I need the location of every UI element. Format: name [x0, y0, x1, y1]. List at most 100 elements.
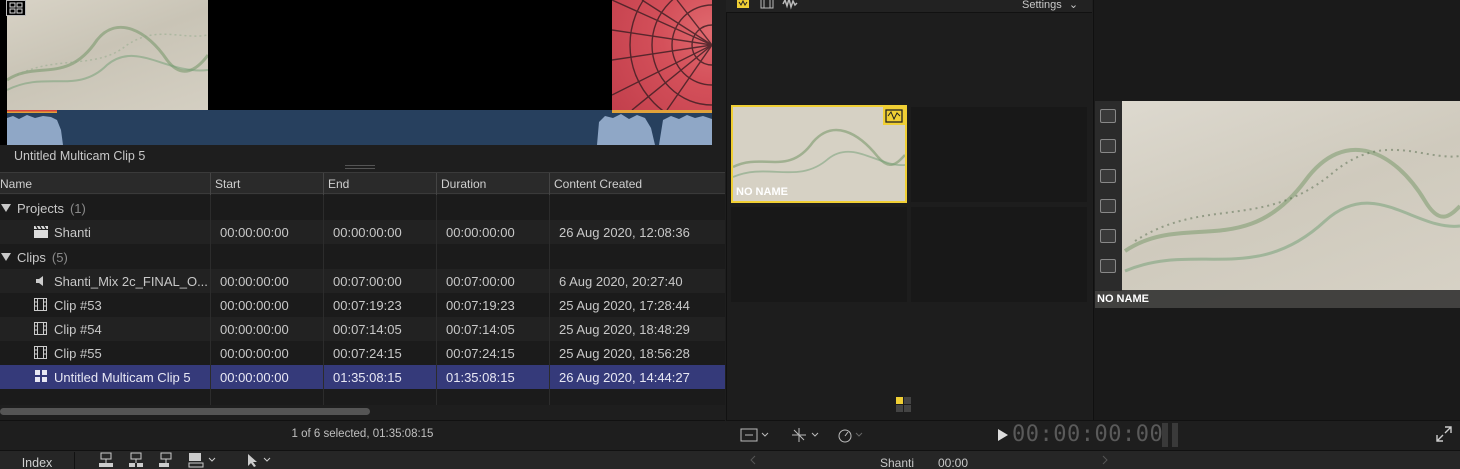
column-gridline — [210, 195, 211, 405]
item-name: Clip #55 — [54, 346, 102, 361]
item-start: 00:00:00:00 — [220, 346, 289, 361]
item-duration: 00:07:14:05 — [446, 322, 515, 337]
item-created: 25 Aug 2020, 18:56:28 — [559, 346, 690, 361]
item-created: 6 Aug 2020, 20:27:40 — [559, 274, 683, 289]
angle-cell-3[interactable] — [731, 207, 907, 302]
film-icon — [34, 298, 48, 312]
list-item[interactable]: Clip #55 00:00:00:00 00:07:24:15 00:07:2… — [0, 341, 725, 365]
item-name: Shanti_Mix 2c_FINAL_O... — [54, 274, 208, 289]
disclosure-triangle-icon[interactable] — [1, 204, 11, 212]
fullscreen-icon[interactable] — [1436, 426, 1452, 445]
audio-icon — [35, 274, 49, 288]
retime-menu[interactable] — [836, 426, 868, 447]
item-duration: 00:07:00:00 — [446, 274, 515, 289]
item-duration: 00:07:24:15 — [446, 346, 515, 361]
browser-list: Projects (1) Shanti 00:00:00:00 00:00:00:… — [0, 195, 725, 405]
item-end: 00:07:14:05 — [333, 322, 402, 337]
chevron-left-icon[interactable] — [748, 452, 758, 469]
panel-splitter-handle[interactable] — [345, 165, 375, 169]
angle-cell-2[interactable] — [911, 107, 1087, 202]
column-divider[interactable] — [323, 173, 324, 195]
item-created: 25 Aug 2020, 18:48:29 — [559, 322, 690, 337]
column-divider[interactable] — [436, 173, 437, 195]
column-gridline — [436, 195, 437, 405]
group-row-projects[interactable]: Projects (1) — [0, 196, 725, 220]
list-item-selected[interactable]: Untitled Multicam Clip 5 00:00:00:00 01:… — [0, 365, 725, 389]
angle-name: NO NAME — [736, 186, 788, 198]
chevron-down-icon: ⌄ — [1068, 0, 1079, 11]
column-content-created[interactable]: Content Created — [554, 177, 642, 191]
clip-thumbnail-end — [612, 0, 712, 110]
column-duration[interactable]: Duration — [441, 177, 486, 191]
video-only-switch-icon[interactable] — [760, 0, 774, 13]
transform-tools-menu[interactable] — [790, 426, 822, 447]
audio-waveform — [7, 110, 712, 145]
viewer-frame[interactable] — [1095, 101, 1460, 308]
sprocket-hole — [1100, 139, 1116, 153]
item-duration: 00:07:19:23 — [446, 298, 515, 313]
list-item[interactable]: Clip #53 00:00:00:00 00:07:19:23 00:07:1… — [0, 293, 725, 317]
list-item[interactable]: Shanti_Mix 2c_FINAL_O... 00:00:00:00 00:… — [0, 269, 725, 293]
sprocket-hole — [1100, 109, 1116, 123]
item-duration: 00:00:00:00 — [446, 225, 515, 240]
item-name: Clip #54 — [54, 322, 102, 337]
column-gridline — [549, 195, 550, 405]
viewer-timecode[interactable]: 00:00:00:00 — [1012, 422, 1163, 447]
group-label: Clips — [17, 250, 46, 265]
item-start: 00:00:00:00 — [220, 322, 289, 337]
disclosure-triangle-icon[interactable] — [1, 253, 11, 261]
angle-settings-menu[interactable]: Settings ⌄ — [1022, 0, 1078, 11]
column-divider[interactable] — [549, 173, 550, 195]
video-audio-switch-icon[interactable] — [736, 0, 752, 13]
list-item[interactable]: Clip #54 00:00:00:00 00:07:14:05 00:07:1… — [0, 317, 725, 341]
clip-preview-name: Untitled Multicam Clip 5 — [14, 149, 146, 163]
film-icon — [34, 322, 48, 336]
timeline-toolbar — [0, 450, 1460, 469]
column-divider[interactable] — [210, 173, 211, 195]
angle-cell-1-active[interactable]: NO NAME — [731, 105, 907, 203]
insert-clip-icon[interactable] — [128, 452, 144, 469]
group-count: (1) — [69, 201, 86, 216]
group-count: (5) — [51, 250, 68, 265]
overwrite-clip-icon[interactable] — [188, 452, 218, 469]
viewer-angle-name: NO NAME — [1097, 293, 1149, 305]
item-end: 00:00:00:00 — [333, 225, 402, 240]
item-duration: 01:35:08:15 — [446, 370, 515, 385]
index-button[interactable]: Index — [0, 452, 75, 469]
audio-meters-icon[interactable] — [1160, 423, 1182, 450]
column-gridline — [323, 195, 324, 405]
angle-cell-4[interactable] — [911, 207, 1087, 302]
video-audio-switch-icon — [883, 107, 905, 125]
view-options-menu[interactable] — [740, 427, 772, 446]
group-row-clips[interactable]: Clips (5) — [0, 245, 725, 269]
clip-filmstrip[interactable] — [0, 0, 712, 145]
select-tool-icon[interactable] — [245, 452, 275, 469]
horizontal-scrollbar[interactable] — [0, 408, 370, 415]
sprocket-hole — [1100, 229, 1116, 243]
timeline-project-duration: 00:00 — [938, 456, 969, 469]
append-clip-icon[interactable] — [158, 452, 174, 469]
timeline-project-name: Shanti — [880, 456, 915, 469]
play-button[interactable] — [997, 428, 1009, 445]
list-column-header: Name Start End Duration Content Created — [0, 172, 725, 195]
item-created: 26 Aug 2020, 14:44:27 — [559, 370, 690, 385]
column-name[interactable]: Name — [0, 177, 32, 191]
clip-thumbnail-start — [7, 0, 208, 110]
item-end: 01:35:08:15 — [333, 370, 402, 385]
sprocket-hole — [1100, 259, 1116, 273]
item-end: 00:07:00:00 — [333, 274, 402, 289]
audio-only-switch-icon[interactable] — [782, 0, 798, 13]
column-end[interactable]: End — [328, 177, 349, 191]
connect-clip-icon[interactable] — [98, 452, 114, 469]
sprocket-hole — [1100, 169, 1116, 183]
chevron-right-icon[interactable] — [1100, 452, 1110, 469]
list-item[interactable]: Shanti 00:00:00:00 00:00:00:00 00:00:00:… — [0, 220, 725, 244]
angle-bank-indicator-icon[interactable] — [896, 397, 912, 413]
column-start[interactable]: Start — [215, 177, 240, 191]
viewer-name-bar — [1095, 290, 1460, 308]
multicam-icon — [35, 370, 49, 384]
item-end: 00:07:24:15 — [333, 346, 402, 361]
selection-status: 1 of 6 selected, 01:35:08:15 — [291, 428, 434, 440]
clapper-icon — [33, 225, 48, 239]
item-start: 00:00:00:00 — [220, 298, 289, 313]
